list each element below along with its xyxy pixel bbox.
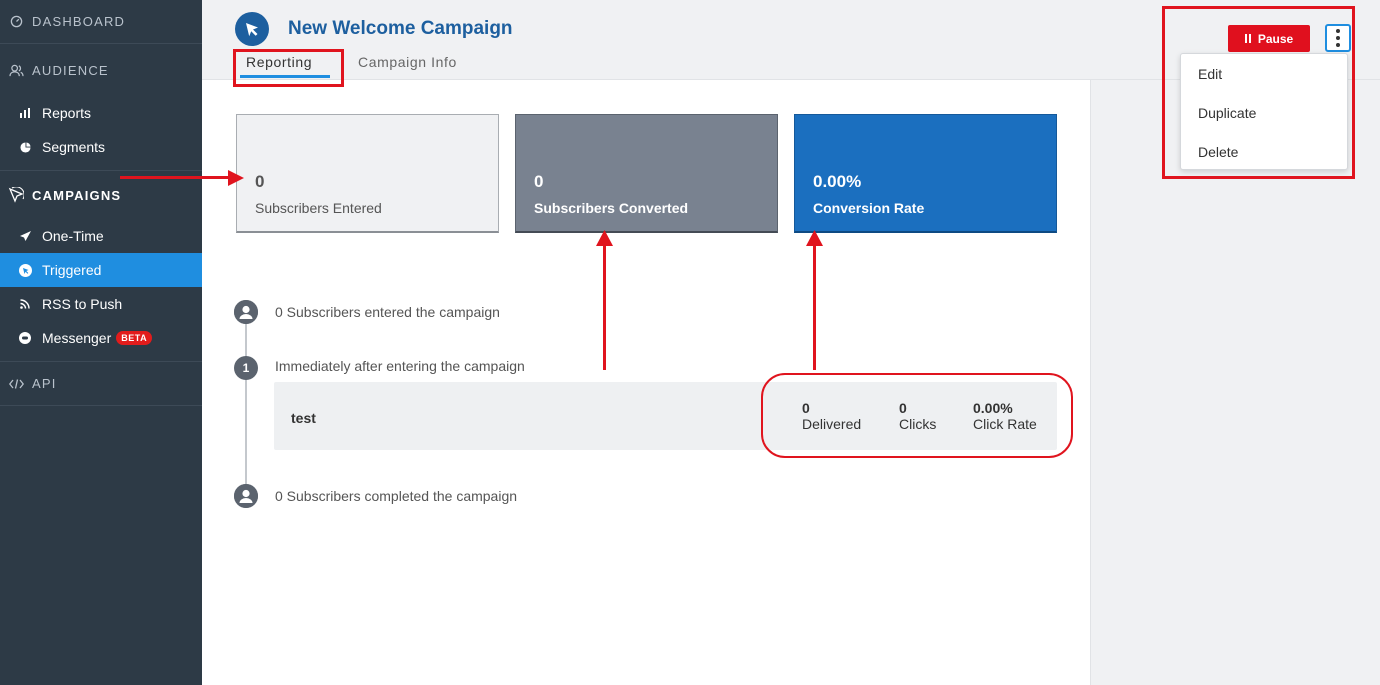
tab-campaign-info[interactable]: Campaign Info — [358, 54, 457, 70]
user-icon — [234, 300, 258, 324]
sidebar: DASHBOARD AUDIENCE Reports Segments CAMP… — [0, 0, 202, 685]
stat-value: 0 — [534, 172, 544, 191]
sidebar-item-messenger[interactable]: Messenger BETA — [0, 321, 202, 355]
annotation-arrow-shaft — [120, 176, 232, 179]
sidebar-audience-label: AUDIENCE — [32, 62, 109, 78]
user-icon — [234, 484, 258, 508]
sidebar-api-label: API — [32, 376, 57, 391]
bar-chart-icon — [18, 108, 32, 118]
pie-chart-icon — [18, 141, 32, 153]
sidebar-item-segments[interactable]: Segments — [0, 130, 202, 164]
step-number-badge: 1 — [234, 356, 258, 380]
stat-label: Conversion Rate — [813, 200, 925, 216]
sidebar-item-label: Messenger — [42, 330, 112, 346]
messenger-icon — [18, 332, 32, 344]
beta-badge: BETA — [116, 331, 153, 345]
sidebar-item-one-time[interactable]: One-Time — [0, 219, 202, 253]
audience-icon — [8, 62, 24, 78]
code-icon — [8, 376, 24, 392]
stat-conversion-rate: 0.00% Conversion Rate — [794, 114, 1057, 233]
stat-label: Subscribers Entered — [255, 200, 382, 216]
annotation-box-actions — [1162, 6, 1355, 179]
annotation-arrowhead-up-icon — [806, 230, 823, 246]
dashboard-icon — [8, 14, 24, 30]
sidebar-item-label: One-Time — [42, 228, 104, 244]
stat-label: Subscribers Converted — [534, 200, 689, 216]
annotation-oval-message-stats — [761, 373, 1073, 458]
send-icon — [18, 231, 32, 241]
annotation-arrowhead-up-icon — [596, 230, 613, 246]
stat-subscribers-converted: 0 Subscribers Converted — [515, 114, 778, 233]
annotation-arrow-shaft — [603, 243, 606, 370]
annotation-box-reporting-tab — [233, 49, 344, 87]
sidebar-item-reports[interactable]: Reports — [0, 96, 202, 130]
stat-value: 0.00% — [813, 172, 862, 191]
sidebar-item-label: Triggered — [42, 262, 102, 278]
sidebar-item-rss-to-push[interactable]: RSS to Push — [0, 287, 202, 321]
sidebar-item-label: Segments — [42, 139, 106, 155]
campaigns-icon — [8, 187, 24, 203]
annotation-arrow-shaft — [813, 243, 816, 370]
sidebar-item-label: RSS to Push — [42, 296, 123, 312]
timeline-line — [245, 320, 247, 488]
annotation-arrowhead-right-icon — [228, 170, 244, 186]
rss-icon — [18, 299, 32, 309]
stat-subscribers-entered: 0 Subscribers Entered — [236, 114, 499, 233]
campaign-cursor-icon — [235, 12, 269, 46]
cursor-icon — [18, 263, 32, 277]
page-title: New Welcome Campaign — [288, 18, 513, 39]
timeline-entered-text: 0 Subscribers entered the campaign — [275, 304, 500, 320]
sidebar-api[interactable]: API — [0, 362, 202, 406]
sidebar-item-label: Reports — [42, 105, 92, 121]
sidebar-dashboard-label: DASHBOARD — [32, 14, 126, 29]
sidebar-item-triggered[interactable]: Triggered — [0, 253, 202, 287]
sidebar-dashboard[interactable]: DASHBOARD — [0, 0, 202, 44]
sidebar-campaigns-label: CAMPAIGNS — [32, 187, 122, 203]
timeline-step-label: Immediately after entering the campaign — [275, 358, 525, 374]
stat-value: 0 — [255, 172, 265, 191]
sidebar-audience[interactable]: AUDIENCE — [0, 44, 202, 96]
timeline-completed-text: 0 Subscribers completed the campaign — [275, 488, 518, 504]
message-name: test — [291, 410, 316, 426]
